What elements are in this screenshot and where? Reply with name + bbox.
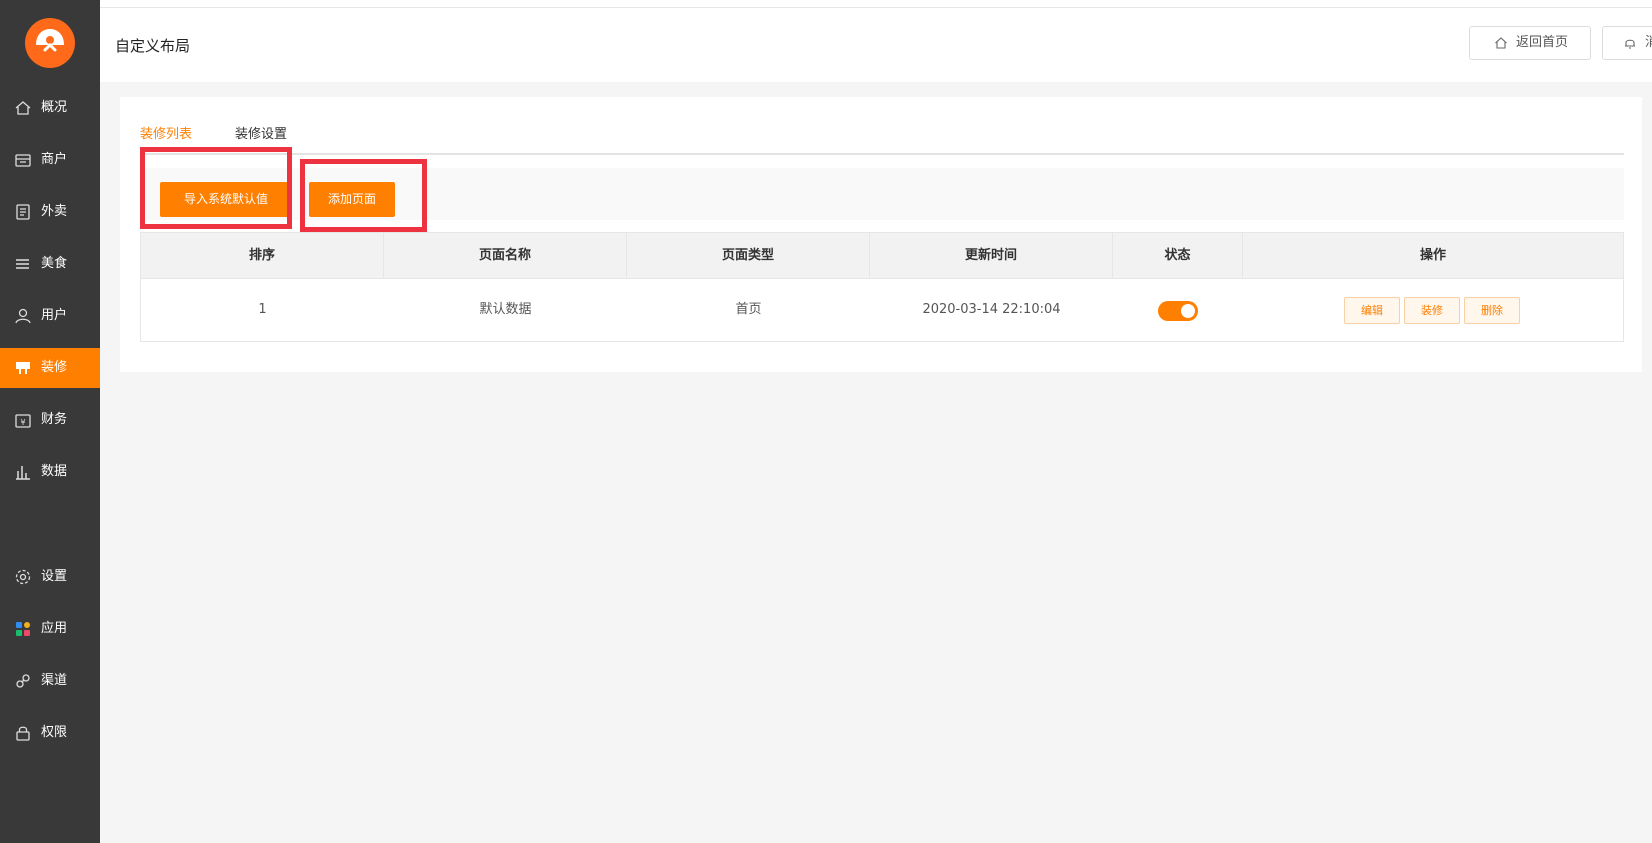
cell-updated: 2020-03-14 22:10:04 xyxy=(922,302,1061,317)
apps-grid-icon xyxy=(16,622,30,636)
sidebar-item-finance[interactable]: ¥ 财务 xyxy=(0,400,100,440)
table-header: 排序 页面名称 页面类型 更新时间 状态 操作 xyxy=(141,233,1623,279)
sidebar-item-data[interactable]: 数据 xyxy=(0,452,100,492)
sidebar-item-label: 财务 xyxy=(41,412,68,427)
bar-chart-icon xyxy=(16,466,30,480)
tab-bar: 装修列表 装修设置 xyxy=(140,125,1624,155)
sidebar-item-label: 用户 xyxy=(41,308,68,323)
sidebar-item-food[interactable]: 美食 xyxy=(0,244,100,284)
sidebar-item-decoration[interactable]: 装修 xyxy=(0,348,100,388)
column-header-name: 页面名称 xyxy=(384,233,627,279)
sidebar-item-label: 概况 xyxy=(41,100,68,115)
import-default-button[interactable]: 导入系统默认值 xyxy=(160,182,292,217)
sidebar-item-apps[interactable]: 应用 xyxy=(0,609,100,649)
sidebar-item-label: 数据 xyxy=(41,464,68,479)
column-header-type: 页面类型 xyxy=(627,233,870,279)
decoration-card: 装修列表 装修设置 导入系统默认值 添加页面 排序 页面名称 页面类型 更新时间… xyxy=(120,97,1642,372)
column-header-order: 排序 xyxy=(141,233,384,279)
sidebar-item-label: 渠道 xyxy=(41,673,68,688)
bell-icon xyxy=(1625,39,1635,49)
sidebar-item-label: 应用 xyxy=(41,621,68,636)
sidebar-item-overview[interactable]: 概况 xyxy=(0,88,100,128)
table-row: 1 默认数据 首页 2020-03-14 22:10:04 编辑 装修 删除 xyxy=(141,279,1623,341)
brush-icon xyxy=(16,362,30,374)
logo-icon xyxy=(36,29,64,52)
cell-order: 1 xyxy=(258,302,267,317)
status-toggle[interactable] xyxy=(1158,301,1198,321)
column-header-status: 状态 xyxy=(1113,233,1243,279)
logo[interactable] xyxy=(25,18,75,68)
sidebar-item-label: 权限 xyxy=(41,725,68,740)
back-home-label: 返回首页 xyxy=(1516,35,1569,50)
cell-name: 默认数据 xyxy=(479,302,532,317)
sidebar-item-settings[interactable]: 设置 xyxy=(0,557,100,597)
column-header-actions: 操作 xyxy=(1419,248,1446,263)
sidebar-item-permission[interactable]: 权限 xyxy=(0,713,100,753)
main-content: 装修列表 装修设置 导入系统默认值 添加页面 排序 页面名称 页面类型 更新时间… xyxy=(100,82,1652,843)
wallet-icon: ¥ xyxy=(15,414,31,428)
column-header-updated: 更新时间 xyxy=(870,233,1113,279)
notification-label: 消 xyxy=(1645,27,1652,59)
sidebar-item-takeout[interactable]: 外卖 xyxy=(0,192,100,232)
cell-type: 首页 xyxy=(735,302,762,317)
sidebar-item-label: 设置 xyxy=(41,569,68,584)
sidebar-item-label: 外卖 xyxy=(41,204,68,219)
sidebar-item-label: 装修 xyxy=(41,360,68,375)
delete-button[interactable]: 删除 xyxy=(1464,297,1520,324)
back-home-button[interactable]: 返回首页 xyxy=(1469,26,1591,60)
toggle-knob xyxy=(1181,304,1195,318)
sidebar-item-user[interactable]: 用户 xyxy=(0,296,100,336)
tab-decoration-settings[interactable]: 装修设置 xyxy=(235,125,287,145)
top-header: 自定义布局 返回首页 消 xyxy=(100,8,1652,82)
svg-text:¥: ¥ xyxy=(20,418,25,427)
store-icon xyxy=(15,154,31,167)
sidebar-item-label: 商户 xyxy=(41,152,68,167)
pages-table: 排序 页面名称 页面类型 更新时间 状态 操作 1 默认数据 首页 2020-0… xyxy=(140,232,1624,342)
decorate-button[interactable]: 装修 xyxy=(1404,297,1460,324)
notification-button[interactable]: 消 xyxy=(1602,26,1652,60)
lock-icon xyxy=(16,726,30,741)
user-icon xyxy=(15,308,31,324)
edit-button[interactable]: 编辑 xyxy=(1344,297,1400,324)
sidebar-item-merchant[interactable]: 商户 xyxy=(0,140,100,180)
browser-strip xyxy=(0,0,1652,8)
document-icon xyxy=(16,204,30,220)
home-icon xyxy=(1495,37,1507,49)
tab-decoration-list[interactable]: 装修列表 xyxy=(140,125,192,145)
add-page-button[interactable]: 添加页面 xyxy=(309,182,395,217)
page-title: 自定义布局 xyxy=(115,37,191,55)
gear-icon xyxy=(15,569,31,585)
home-icon xyxy=(15,101,31,115)
sidebar: 概况 商户 外卖 美食 用户 装修 ¥ 财务 数据 设置 应用 渠道 权限 xyxy=(0,0,100,843)
link-icon xyxy=(16,674,30,688)
menu-lines-icon xyxy=(16,259,29,269)
sidebar-item-channel[interactable]: 渠道 xyxy=(0,661,100,701)
sidebar-item-label: 美食 xyxy=(41,256,68,271)
